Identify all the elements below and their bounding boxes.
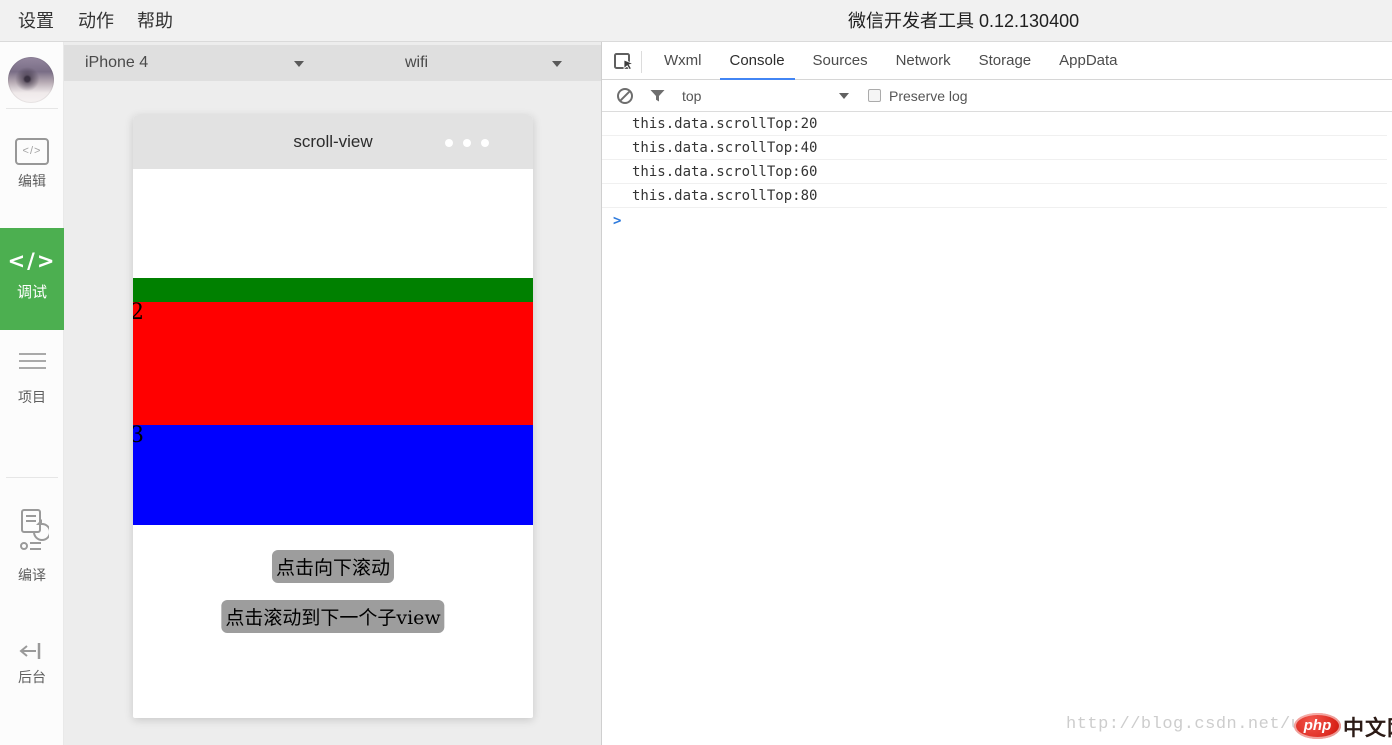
sidebar-item-label: 编辑 — [0, 171, 64, 191]
sidebar-divider — [6, 108, 58, 109]
title-bar: 设置 动作 帮助 微信开发者工具 0.12.130400 — [0, 0, 1392, 42]
menu-action[interactable]: 动作 — [72, 0, 120, 42]
console-log-entry[interactable]: this.data.scrollTop:20 — [602, 112, 1387, 136]
block-number: 2 — [133, 302, 144, 325]
sidebar-divider — [6, 477, 58, 478]
sidebar-item-compile[interactable]: 编译 — [0, 508, 64, 600]
sidebar-item-background[interactable]: 后台 — [0, 640, 64, 704]
devtools-tab-bar: Wxml Console Sources Network Storage App… — [602, 42, 1392, 80]
sidebar-item-label: 项目 — [0, 387, 64, 407]
sidebar-item-label: 后台 — [0, 667, 64, 687]
tab-sources[interactable]: Sources — [803, 42, 878, 80]
sidebar: </> 编辑 </> 调试 项目 编译 后台 — [0, 42, 64, 745]
clear-console-icon[interactable] — [617, 88, 633, 104]
devtools-panel: Wxml Console Sources Network Storage App… — [601, 42, 1392, 745]
project-menu-icon — [19, 348, 46, 374]
app-title: 微信开发者工具 0.12.130400 — [848, 0, 1079, 42]
console-prompt-icon[interactable]: > — [613, 213, 621, 229]
debug-icon: </> — [0, 249, 64, 273]
scroll-down-button[interactable]: 点击向下滚动 — [272, 550, 394, 583]
phone-menu-dots-icon[interactable] — [445, 139, 507, 147]
phone-nav-bar: scroll-view — [133, 115, 533, 169]
sidebar-item-edit[interactable]: </> 编辑 — [0, 138, 64, 204]
menu-help[interactable]: 帮助 — [131, 0, 179, 42]
background-icon — [17, 640, 47, 662]
tabbar-separator — [641, 51, 642, 73]
sidebar-item-project[interactable]: 项目 — [0, 348, 64, 414]
tab-appdata[interactable]: AppData — [1049, 42, 1127, 80]
phone-preview: scroll-view 2 3 点击向下滚动 点击滚动到下一个子view — [133, 115, 533, 718]
php-badge-icon: php — [1294, 713, 1341, 739]
tab-storage[interactable]: Storage — [969, 42, 1042, 80]
device-bar: iPhone 4 wifi — [64, 45, 601, 81]
watermark: http://blog.csdn.net/u0 php 中文网 — [1066, 711, 1392, 743]
scroll-block-red[interactable]: 2 — [133, 302, 533, 425]
console-log-entry[interactable]: this.data.scrollTop:60 — [602, 160, 1387, 184]
devtools-tabs: Wxml Console Sources Network Storage App… — [654, 42, 1136, 80]
menu-settings[interactable]: 设置 — [12, 0, 60, 42]
sidebar-item-label: 调试 — [0, 281, 64, 302]
execution-context-selector[interactable]: top — [682, 80, 857, 112]
code-editor-icon: </> — [15, 138, 49, 165]
device-selector-value: iPhone 4 — [85, 54, 148, 71]
tab-wxml[interactable]: Wxml — [654, 42, 712, 80]
block-number: 3 — [133, 425, 144, 448]
tab-network[interactable]: Network — [886, 42, 961, 80]
php-cn-logo: php 中文网 — [1294, 711, 1392, 741]
site-name-text: 中文网 — [1343, 712, 1392, 742]
chevron-down-icon[interactable] — [839, 93, 849, 99]
tab-console[interactable]: Console — [720, 42, 795, 80]
scroll-block-green[interactable] — [133, 278, 533, 302]
preserve-log-checkbox[interactable] — [868, 89, 881, 102]
inspect-element-icon[interactable] — [612, 50, 636, 74]
chevron-down-icon[interactable] — [552, 61, 562, 67]
watermark-url-text: http://blog.csdn.net/u0 — [1066, 715, 1312, 734]
scroll-to-next-view-button[interactable]: 点击滚动到下一个子view — [221, 600, 444, 633]
scroll-block-blue[interactable]: 3 — [133, 425, 533, 525]
console-toolbar: top Preserve log — [602, 80, 1392, 112]
console-log-entry[interactable]: this.data.scrollTop:80 — [602, 184, 1387, 208]
preserve-log-label: Preserve log — [889, 88, 968, 104]
sidebar-item-debug[interactable]: </> 调试 — [0, 228, 64, 330]
sidebar-item-label: 编译 — [0, 565, 64, 585]
console-log-entry[interactable]: this.data.scrollTop:40 — [602, 136, 1387, 160]
preserve-log-control: Preserve log — [868, 80, 968, 112]
filter-icon[interactable] — [649, 88, 666, 104]
chevron-down-icon[interactable] — [294, 61, 304, 67]
compile-icon — [15, 508, 49, 560]
user-avatar[interactable] — [8, 57, 54, 103]
